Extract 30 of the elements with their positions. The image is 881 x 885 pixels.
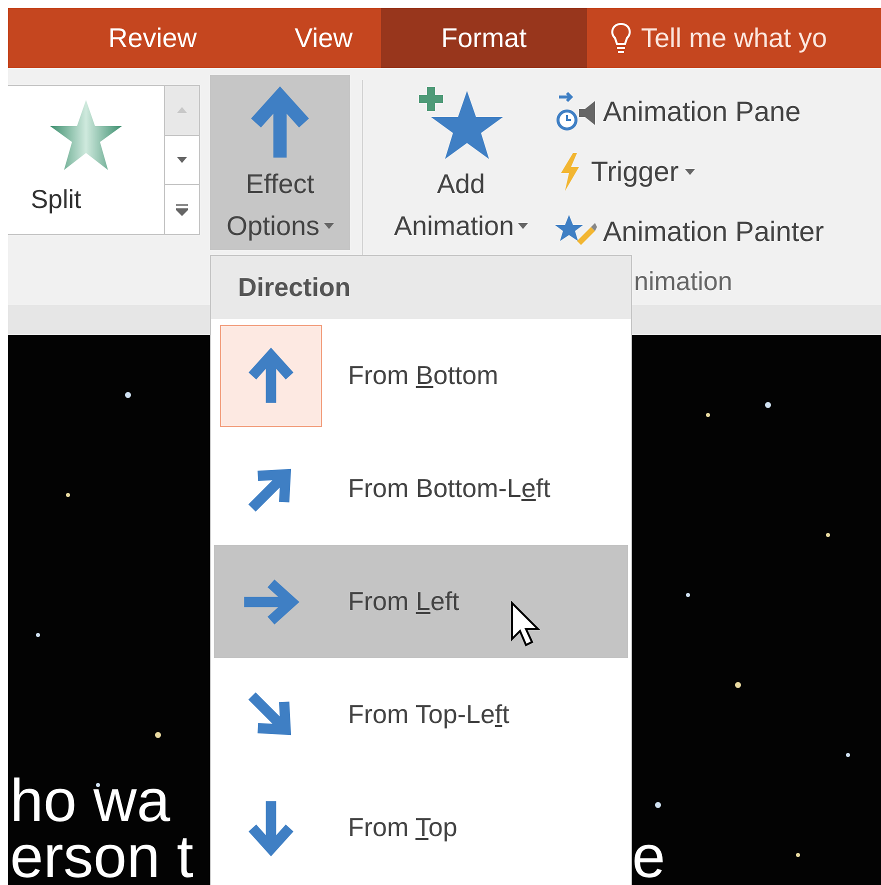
mouse-cursor-icon xyxy=(510,601,540,647)
menu-item[interactable]: From Top-Left xyxy=(214,658,628,771)
menu-item[interactable]: From Bottom xyxy=(214,319,628,432)
animation-pane-icon xyxy=(555,91,597,133)
menu-item[interactable]: From Bottom-Left xyxy=(214,432,628,545)
menu-header: Direction xyxy=(238,272,351,303)
more-icon xyxy=(176,204,188,216)
ribbon-button[interactable]: Animation Pane xyxy=(555,84,824,140)
effect-label: Split xyxy=(30,184,82,215)
lightbulb-icon xyxy=(611,22,631,54)
caret-icon xyxy=(324,223,334,229)
ribbon-tab[interactable]: Format xyxy=(380,8,587,68)
up-caret-icon xyxy=(177,107,187,114)
down-caret-icon xyxy=(177,157,187,163)
ribbon-tab[interactable]: Review xyxy=(38,8,267,68)
slide-text: erson t xyxy=(9,829,194,885)
tell-me-field[interactable]: Tell me what yo xyxy=(641,22,881,54)
caret-icon xyxy=(684,169,695,175)
star-icon xyxy=(50,100,122,170)
ribbon-button[interactable]: Trigger xyxy=(555,144,824,200)
group-label: nimation xyxy=(634,266,732,297)
caret-icon xyxy=(518,223,528,229)
slide-text: e xyxy=(631,829,666,885)
ribbon-tab[interactable]: View xyxy=(266,8,381,68)
add-animation-button[interactable]: Add Animation xyxy=(375,75,547,250)
menu-item[interactable]: From Top xyxy=(214,771,628,884)
effect-options-button[interactable]: Effect Options xyxy=(210,75,350,250)
ribbon-button[interactable]: Animation Painter xyxy=(555,204,824,260)
slide-text: ho wa xyxy=(9,773,170,829)
menu-item[interactable]: From Left xyxy=(214,545,628,658)
